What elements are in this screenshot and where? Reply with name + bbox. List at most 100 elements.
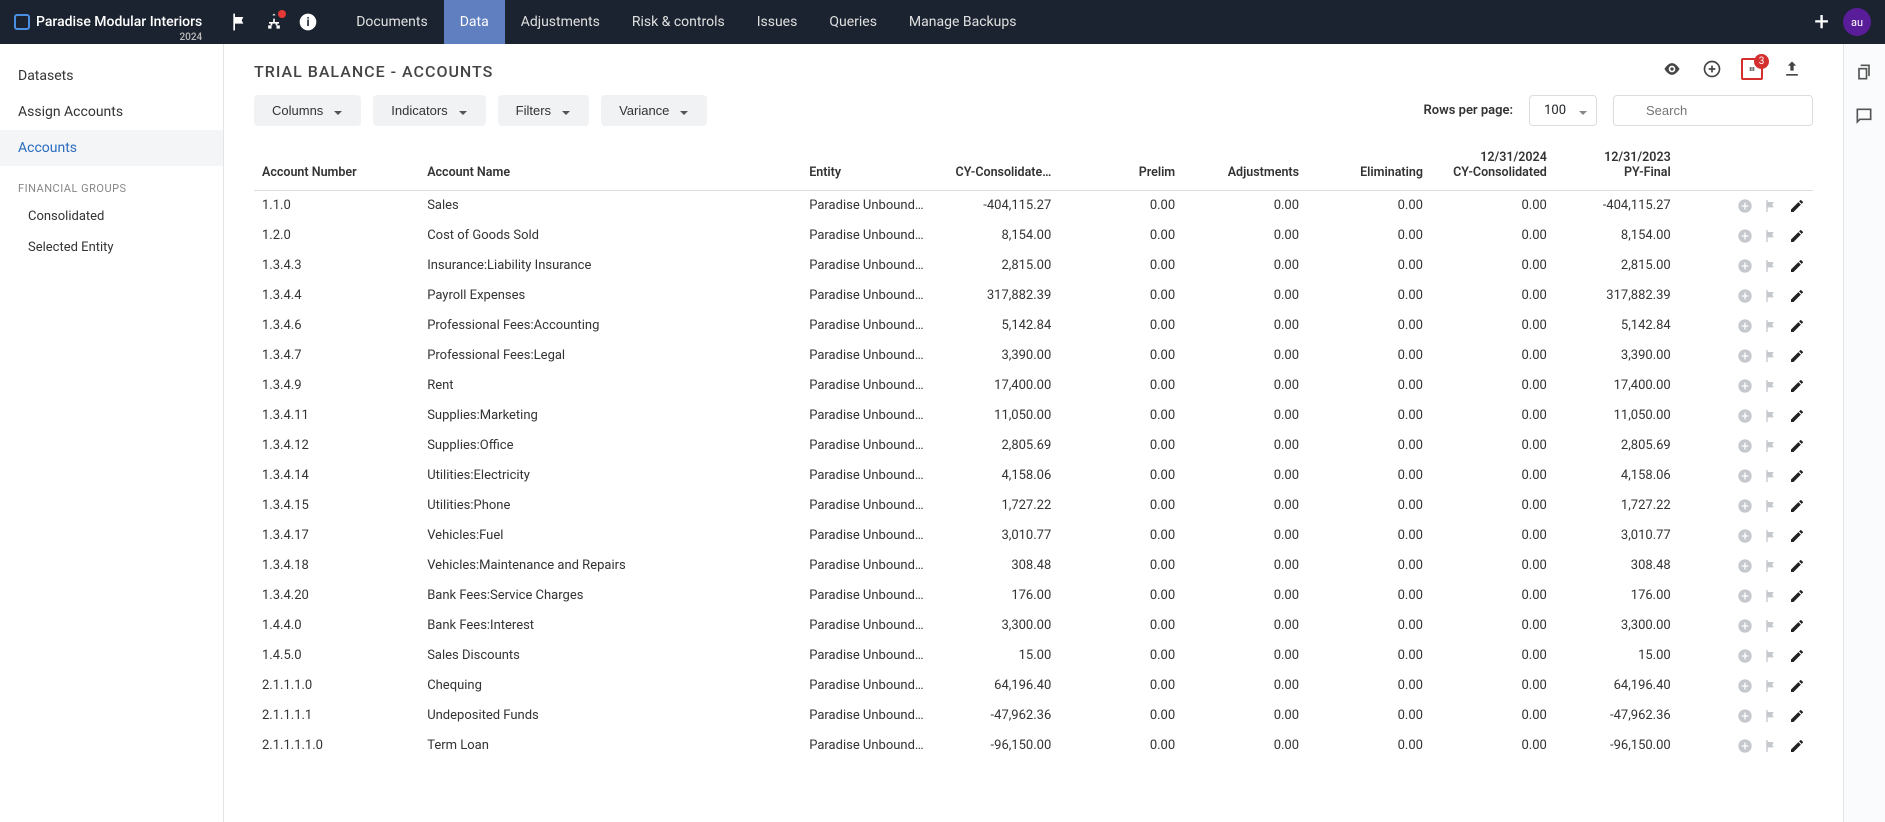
- row-flag-icon[interactable]: [1763, 468, 1779, 484]
- table-row[interactable]: 1.2.0Cost of Goods SoldParadise Unbound……: [254, 221, 1813, 251]
- row-flag-icon[interactable]: [1763, 528, 1779, 544]
- table-row[interactable]: 1.3.4.11Supplies:MarketingParadise Unbou…: [254, 401, 1813, 431]
- th-eliminating[interactable]: Eliminating: [1307, 140, 1431, 191]
- row-add-icon[interactable]: [1737, 648, 1753, 664]
- comment-icon[interactable]: [1854, 106, 1876, 128]
- sidebar-item-assign-accounts[interactable]: Assign Accounts: [0, 94, 223, 130]
- nav-queries[interactable]: Queries: [813, 0, 893, 44]
- row-flag-icon[interactable]: [1763, 408, 1779, 424]
- row-add-icon[interactable]: [1737, 708, 1753, 724]
- export-icon[interactable]: [1781, 58, 1803, 80]
- global-add-button[interactable]: +: [1814, 9, 1829, 35]
- row-flag-icon[interactable]: [1763, 618, 1779, 634]
- row-add-icon[interactable]: [1737, 408, 1753, 424]
- table-row[interactable]: 1.3.4.3Insurance:Liability InsurancePara…: [254, 251, 1813, 281]
- row-flag-icon[interactable]: [1763, 678, 1779, 694]
- logo-block[interactable]: Paradise Modular Interiors 2024: [14, 14, 202, 30]
- th-adjustments[interactable]: Adjustments: [1183, 140, 1307, 191]
- table-row[interactable]: 1.3.4.18Vehicles:Maintenance and Repairs…: [254, 551, 1813, 581]
- variance-button[interactable]: Variance: [601, 95, 707, 126]
- info-icon[interactable]: i: [298, 12, 318, 32]
- table-row[interactable]: 1.3.4.7Professional Fees:LegalParadise U…: [254, 341, 1813, 371]
- row-flag-icon[interactable]: [1763, 498, 1779, 514]
- row-flag-icon[interactable]: [1763, 648, 1779, 664]
- table-row[interactable]: 1.3.4.15Utilities:PhoneParadise Unbound……: [254, 491, 1813, 521]
- row-edit-icon[interactable]: [1789, 258, 1805, 274]
- row-add-icon[interactable]: [1737, 588, 1753, 604]
- columns-button[interactable]: Columns: [254, 95, 361, 126]
- row-add-icon[interactable]: [1737, 228, 1753, 244]
- row-edit-icon[interactable]: [1789, 588, 1805, 604]
- table-row[interactable]: 1.3.4.6Professional Fees:AccountingParad…: [254, 311, 1813, 341]
- row-add-icon[interactable]: [1737, 468, 1753, 484]
- row-add-icon[interactable]: [1737, 288, 1753, 304]
- rows-per-page-select[interactable]: 100: [1529, 95, 1597, 126]
- table-row[interactable]: 1.3.4.20Bank Fees:Service ChargesParadis…: [254, 581, 1813, 611]
- th-cy-consolidated[interactable]: 12/31/2024CY-Consolidated: [1431, 140, 1555, 191]
- sidebar-item-accounts[interactable]: Accounts: [0, 130, 223, 166]
- row-add-icon[interactable]: [1737, 318, 1753, 334]
- row-edit-icon[interactable]: [1789, 618, 1805, 634]
- row-add-icon[interactable]: [1737, 528, 1753, 544]
- table-row[interactable]: 1.3.4.14Utilities:ElectricityParadise Un…: [254, 461, 1813, 491]
- row-flag-icon[interactable]: [1763, 198, 1779, 214]
- table-row[interactable]: 2.1.1.1.1.0Term LoanParadise Unbound…-96…: [254, 731, 1813, 761]
- sidebar-item-datasets[interactable]: Datasets: [0, 58, 223, 94]
- table-row[interactable]: 1.1.0SalesParadise Unbound…-404,115.270.…: [254, 191, 1813, 221]
- table-row[interactable]: 1.3.4.4Payroll ExpensesParadise Unbound……: [254, 281, 1813, 311]
- row-add-icon[interactable]: [1737, 258, 1753, 274]
- row-flag-icon[interactable]: [1763, 228, 1779, 244]
- row-flag-icon[interactable]: [1763, 558, 1779, 574]
- nav-manage-backups[interactable]: Manage Backups: [893, 0, 1033, 44]
- row-flag-icon[interactable]: [1763, 738, 1779, 754]
- user-avatar[interactable]: au: [1843, 8, 1871, 36]
- row-flag-icon[interactable]: [1763, 438, 1779, 454]
- hierarchy-icon[interactable]: [264, 12, 284, 32]
- search-input[interactable]: [1613, 95, 1813, 126]
- row-edit-icon[interactable]: [1789, 348, 1805, 364]
- filters-button[interactable]: Filters: [498, 95, 589, 126]
- row-edit-icon[interactable]: [1789, 438, 1805, 454]
- table-row[interactable]: 1.4.4.0Bank Fees:InterestParadise Unboun…: [254, 611, 1813, 641]
- row-edit-icon[interactable]: [1789, 198, 1805, 214]
- row-edit-icon[interactable]: [1789, 678, 1805, 694]
- row-add-icon[interactable]: [1737, 678, 1753, 694]
- row-flag-icon[interactable]: [1763, 708, 1779, 724]
- row-edit-icon[interactable]: [1789, 228, 1805, 244]
- row-add-icon[interactable]: [1737, 378, 1753, 394]
- row-edit-icon[interactable]: [1789, 738, 1805, 754]
- row-edit-icon[interactable]: [1789, 648, 1805, 664]
- row-flag-icon[interactable]: [1763, 378, 1779, 394]
- row-edit-icon[interactable]: [1789, 528, 1805, 544]
- row-add-icon[interactable]: [1737, 198, 1753, 214]
- nav-documents[interactable]: Documents: [340, 0, 443, 44]
- nav-risk-controls[interactable]: Risk & controls: [616, 0, 741, 44]
- th-account-number[interactable]: Account Number: [254, 140, 419, 191]
- row-add-icon[interactable]: [1737, 438, 1753, 454]
- table-row[interactable]: 2.1.1.1.1Undeposited FundsParadise Unbou…: [254, 701, 1813, 731]
- th-cy-unrounded[interactable]: CY-Consolidate…: [935, 140, 1059, 191]
- th-entity[interactable]: Entity: [801, 140, 935, 191]
- flag-icon[interactable]: [230, 12, 250, 32]
- row-edit-icon[interactable]: [1789, 408, 1805, 424]
- row-add-icon[interactable]: [1737, 498, 1753, 514]
- table-row[interactable]: 2.1.1.1.0ChequingParadise Unbound…64,196…: [254, 671, 1813, 701]
- row-edit-icon[interactable]: [1789, 288, 1805, 304]
- indicators-button[interactable]: Indicators: [373, 95, 485, 126]
- visibility-icon[interactable]: [1661, 58, 1683, 80]
- row-edit-icon[interactable]: [1789, 318, 1805, 334]
- th-prelim[interactable]: Prelim: [1059, 140, 1183, 191]
- row-edit-icon[interactable]: [1789, 468, 1805, 484]
- row-flag-icon[interactable]: [1763, 588, 1779, 604]
- column-picker-icon[interactable]: 3: [1741, 58, 1763, 80]
- row-add-icon[interactable]: [1737, 618, 1753, 634]
- th-py-final[interactable]: 12/31/2023PY-Final: [1555, 140, 1679, 191]
- table-row[interactable]: 1.3.4.12Supplies:OfficeParadise Unbound……: [254, 431, 1813, 461]
- nav-adjustments[interactable]: Adjustments: [505, 0, 616, 44]
- row-edit-icon[interactable]: [1789, 558, 1805, 574]
- copy-icon[interactable]: [1854, 62, 1876, 84]
- th-account-name[interactable]: Account Name: [419, 140, 801, 191]
- row-edit-icon[interactable]: [1789, 708, 1805, 724]
- sidebar-sub-consolidated[interactable]: Consolidated: [0, 201, 223, 232]
- sidebar-sub-selected-entity[interactable]: Selected Entity: [0, 232, 223, 263]
